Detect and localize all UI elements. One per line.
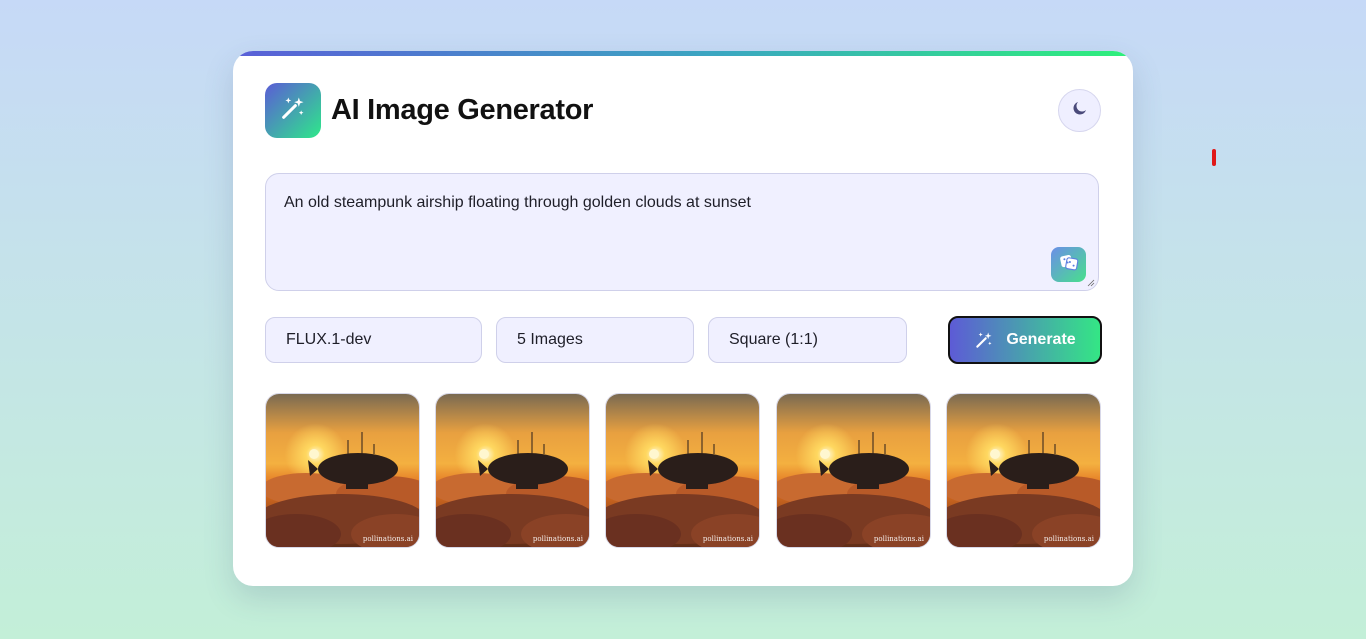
airship-sunset-image (947, 394, 1100, 547)
prompt-text: An old steampunk airship floating throug… (284, 194, 751, 211)
airship-sunset-image (777, 394, 930, 547)
model-select[interactable]: FLUX.1-dev (265, 317, 482, 363)
gradient-top-bar (233, 51, 1133, 56)
red-marker (1212, 149, 1216, 166)
generated-image[interactable]: pollinations.ai (435, 393, 590, 548)
resize-grip-icon[interactable] (1087, 279, 1095, 287)
generated-image[interactable]: pollinations.ai (946, 393, 1101, 548)
watermark-text: pollinations.ai (702, 535, 753, 543)
magic-wand-icon (974, 330, 994, 350)
generate-label: Generate (1006, 331, 1076, 348)
magic-wand-icon (279, 94, 307, 127)
generated-image[interactable]: pollinations.ai (776, 393, 931, 548)
aspect-ratio-select[interactable]: Square (1:1) (708, 317, 907, 363)
random-prompt-button[interactable] (1051, 247, 1086, 282)
airship-sunset-image (436, 394, 589, 547)
dice-icon (1058, 251, 1080, 278)
theme-toggle-button[interactable] (1058, 89, 1101, 132)
prompt-input[interactable]: An old steampunk airship floating throug… (265, 173, 1099, 291)
generate-button[interactable]: Generate (948, 316, 1102, 364)
generated-image[interactable]: pollinations.ai (265, 393, 420, 548)
watermark-text: pollinations.ai (532, 535, 583, 543)
page-title: AI Image Generator (331, 94, 594, 126)
watermark-text: pollinations.ai (873, 535, 924, 543)
watermark-text: pollinations.ai (362, 535, 413, 543)
logo (265, 83, 321, 138)
airship-sunset-image (606, 394, 759, 547)
moon-icon (1071, 99, 1089, 122)
generator-card: AI Image Generator An old steampunk airs… (233, 51, 1133, 586)
generated-image[interactable]: pollinations.ai (605, 393, 760, 548)
watermark-text: pollinations.ai (1043, 535, 1094, 543)
image-count-select[interactable]: 5 Images (496, 317, 694, 363)
header: AI Image Generator (265, 83, 593, 138)
airship-sunset-image (266, 394, 419, 547)
